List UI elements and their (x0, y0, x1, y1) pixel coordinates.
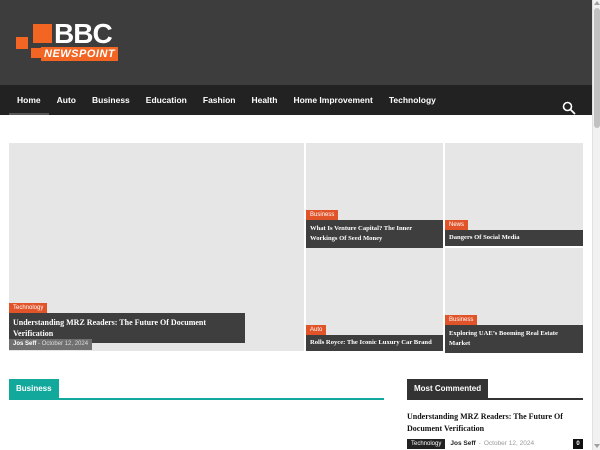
featured-tile[interactable]: News Dangers Of Social Media (445, 143, 583, 246)
meta-separator: - (38, 341, 41, 347)
logo-bbc-text: BBC (54, 18, 113, 49)
featured-tile[interactable]: Auto Rolls Royce: The Iconic Luxury Car … (306, 248, 443, 351)
featured-tile-title[interactable]: Dangers Of Social Media (445, 230, 583, 246)
section-title-most-commented: Most Commented (407, 379, 489, 399)
scrollbar-thumb[interactable] (594, 8, 600, 128)
search-icon[interactable] (562, 101, 576, 115)
featured-tile-title[interactable]: What Is Venture Capital? The Inner Worki… (306, 220, 443, 248)
logo-newspoint-text: NEWSPOINT (41, 47, 119, 61)
featured-tile[interactable]: Business Exploring UAE’s Booming Real Es… (445, 248, 583, 353)
section-title-business[interactable]: Business (9, 379, 59, 399)
author-name[interactable]: Jos Seff (450, 440, 475, 447)
featured-tile-title[interactable]: Exploring UAE’s Booming Real Estate Mark… (445, 325, 583, 353)
section-divider (9, 398, 384, 400)
nav-item-fashion[interactable]: Fashion (195, 85, 244, 115)
nav-item-technology[interactable]: Technology (381, 85, 444, 115)
category-tag[interactable]: Business (445, 315, 478, 325)
category-tag[interactable]: Business (306, 210, 339, 220)
scroll-down-arrow-icon[interactable] (594, 444, 600, 448)
logo-square-medium (16, 37, 28, 49)
category-tag[interactable]: Technology (9, 303, 48, 313)
nav-item-education[interactable]: Education (138, 85, 195, 115)
logo-square-large (33, 24, 52, 43)
nav-item-home[interactable]: Home (9, 85, 49, 115)
most-commented-post-title[interactable]: Understanding MRZ Readers: The Future Of… (407, 411, 577, 435)
nav-items: Home Auto Business Education Fashion Hea… (9, 85, 444, 115)
logo-square-small (31, 48, 41, 58)
most-commented-post-meta: Technology Jos Seff - October 12, 2024 (407, 438, 534, 449)
section-divider (407, 398, 583, 400)
comment-count-badge[interactable]: 0 (573, 439, 583, 449)
author-name[interactable]: Jos Seff (13, 341, 36, 347)
featured-tile[interactable]: Business What Is Venture Capital? The In… (306, 143, 443, 248)
post-date: October 12, 2024 (41, 341, 89, 347)
nav-item-home-improvement[interactable]: Home Improvement (285, 85, 380, 115)
category-tag[interactable]: News (445, 220, 469, 230)
site-header: BBC NEWSPOINT (0, 0, 592, 85)
category-tag[interactable]: Technology (407, 438, 446, 449)
nav-item-health[interactable]: Health (243, 85, 285, 115)
featured-tile-title[interactable]: Rolls Royce: The Iconic Luxury Car Brand (306, 335, 443, 351)
post-date: October 12, 2024 (483, 440, 535, 447)
category-tag[interactable]: Auto (306, 325, 327, 335)
page-scrollbar[interactable] (592, 0, 600, 450)
meta-separator: - (478, 440, 481, 447)
featured-main-post[interactable]: Technology Understanding MRZ Readers: Th… (9, 143, 304, 351)
site-logo[interactable]: BBC NEWSPOINT (16, 20, 126, 64)
scroll-up-arrow-icon[interactable] (594, 1, 600, 5)
featured-main-meta: Jos Seff - October 12, 2024 (9, 339, 93, 350)
nav-item-auto[interactable]: Auto (49, 85, 84, 115)
main-nav: Home Auto Business Education Fashion Hea… (0, 85, 592, 115)
nav-item-business[interactable]: Business (84, 85, 138, 115)
